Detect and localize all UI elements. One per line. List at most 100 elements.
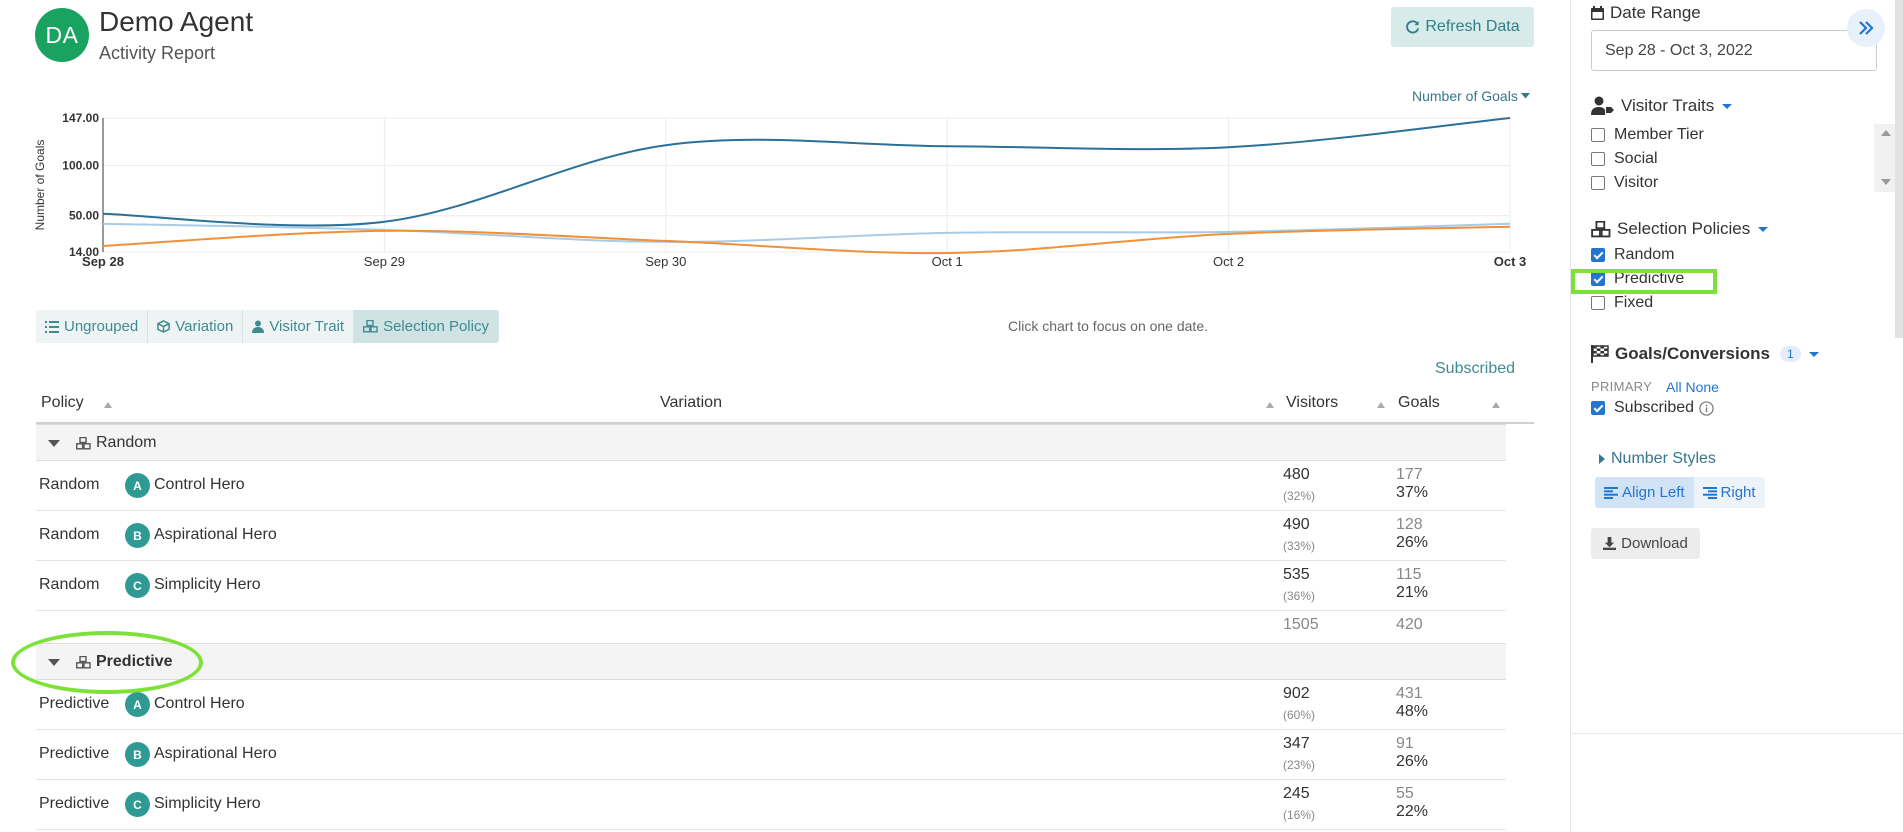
goals-count: 177 [1396,466,1423,483]
x-tick-label: Sep 30 [645,254,686,269]
table-row[interactable]: Predictive B Aspirational Hero 347 (23%)… [36,730,1506,780]
filter-sidebar: Date Range Sep 28 - Oct 3, 2022 Visitor … [1570,0,1903,832]
series-line[interactable] [102,225,1511,255]
goals-line-chart[interactable]: 147.00100.0050.0014.00Sep 28 Sep 29 Sep 30… [30,106,1550,276]
goal-checkbox-subscribed[interactable]: Subscribed [1591,399,1714,417]
checkbox[interactable] [1591,401,1605,415]
checkbox[interactable] [1591,248,1605,262]
date-range-input[interactable]: Sep 28 - Oct 3, 2022 [1591,30,1877,71]
variation-badge: C [125,573,150,598]
checkbox[interactable] [1591,128,1605,142]
caret-down-icon[interactable] [48,440,60,447]
goals-percent: 26% [1396,534,1429,551]
sort-icon[interactable] [1266,402,1274,408]
align-left-label: Align Left [1622,484,1685,501]
checkbox[interactable] [1591,296,1605,310]
x-tick-label: Sep 28 [82,254,124,269]
trait-checkbox-visitor[interactable]: Visitor [1591,174,1658,192]
y-tick-label: 147.00 [62,111,99,125]
column-goals[interactable]: Goals [1398,394,1440,412]
all-none-links: All None [1666,379,1719,395]
group-row-random[interactable]: Random [36,424,1506,461]
table-row[interactable]: Random B Aspirational Hero 490 (33%) 128… [36,511,1506,561]
number-styles-toggle[interactable]: Number Styles [1599,450,1716,468]
caret-down-icon[interactable] [1758,226,1769,232]
goals-count: 55 [1396,785,1414,802]
select-all-link[interactable]: All [1666,379,1682,395]
variation-name: Aspirational Hero [154,745,277,762]
table-row[interactable]: Random A Control Hero 480 (32%) 177 37% [36,461,1506,511]
visitors-count: 902 [1283,685,1310,702]
scroll-up-icon[interactable] [1881,130,1891,136]
column-visitors[interactable]: Visitors [1286,394,1338,412]
table-row[interactable]: Predictive C Simplicity Hero 245 (16%) 5… [36,780,1506,830]
table-row[interactable]: Random C Simplicity Hero 535 (36%) 115 2… [36,561,1506,611]
align-right-button[interactable]: Right [1693,477,1765,508]
checkbox-label: Social [1614,150,1658,167]
series-line[interactable] [102,117,1511,227]
sort-icon[interactable] [104,402,112,408]
trait-checkbox-social[interactable]: Social [1591,150,1658,168]
policy-cell: Random [39,576,100,593]
trait-checkbox-member-tier[interactable]: Member Tier [1591,126,1704,144]
expand-sidebar-button[interactable] [1847,9,1885,47]
tab-visitor-trait[interactable]: Visitor Trait [243,310,355,343]
variation-badge: B [125,523,150,548]
checkbox-label: Member Tier [1614,126,1704,143]
variation-name: Aspirational Hero [154,526,277,543]
goals-title: Goals/Conversions [1615,344,1770,363]
visitors-percent: (33%) [1283,539,1316,553]
selection-policies-title: Selection Policies [1617,219,1751,238]
visitors-percent: (32%) [1283,489,1316,503]
checkbox[interactable] [1591,176,1605,190]
date-range-heading: Date Range [1591,3,1701,23]
table-row[interactable]: Predictive A Control Hero 902 (60%) 431 … [36,680,1506,730]
align-toggle-group: Align Left Right [1595,477,1765,508]
traits-scrollbar[interactable] [1874,124,1896,192]
chart-series [102,117,1511,255]
selection-policies-heading[interactable]: Selection Policies [1591,219,1769,239]
scroll-down-icon[interactable] [1881,179,1891,185]
tab-selection-policy[interactable]: Selection Policy [354,310,499,343]
goal-column-group-header: Subscribed [1435,360,1516,377]
caret-down-icon[interactable] [1808,351,1819,357]
caret-down-icon[interactable] [1722,103,1733,109]
policy-checkbox-fixed[interactable]: Fixed [1591,294,1653,312]
align-left-button[interactable]: Align Left [1595,477,1694,508]
visitors-percent: (60%) [1283,708,1316,722]
chart-labels: 147.00100.0050.0014.00Sep 28 Sep 29 Sep 30… [33,111,1526,269]
date-range-title: Date Range [1610,3,1701,22]
double-chevron-right-icon [1859,21,1874,35]
select-none-link[interactable]: None [1685,379,1718,395]
align-right-icon [1702,486,1717,499]
page-scrollbar[interactable] [1895,0,1903,338]
sort-icon[interactable] [1377,402,1385,408]
group-row-predictive[interactable]: Predictive [36,643,1506,680]
total-visitors: 1505 [1283,616,1319,633]
user-tag-icon [1591,96,1614,115]
tab-ungrouped[interactable]: Ungrouped [36,310,149,343]
goals-heading[interactable]: Goals/Conversions 1 [1591,344,1819,364]
checkbox-label: Visitor [1614,174,1659,191]
total-goals: 420 [1396,616,1423,633]
scroll-thumb[interactable] [1877,140,1893,174]
sort-icon[interactable] [1492,402,1500,408]
refresh-data-button[interactable]: Refresh Data [1391,7,1534,47]
policy-cell: Predictive [39,795,110,812]
download-label: Download [1621,535,1688,552]
policy-cell: Predictive [39,695,110,712]
variation-badge: B [125,742,150,767]
column-policy[interactable]: Policy [41,394,84,412]
info-icon[interactable] [1699,400,1714,416]
visitor-traits-heading[interactable]: Visitor Traits [1591,96,1733,116]
tab-variation[interactable]: Variation [148,310,244,343]
highlight-box [1571,269,1717,294]
metric-dropdown[interactable]: Number of Goals [1412,88,1530,104]
download-button[interactable]: Download [1591,528,1700,559]
policy-cell: Random [39,476,100,493]
policy-checkbox-random[interactable]: Random [1591,246,1674,264]
calendar-icon [1591,6,1604,20]
checkbox[interactable] [1591,152,1605,166]
tab-selection-policy-label: Selection Policy [383,318,489,335]
checkbox-label: Subscribed [1614,399,1695,416]
